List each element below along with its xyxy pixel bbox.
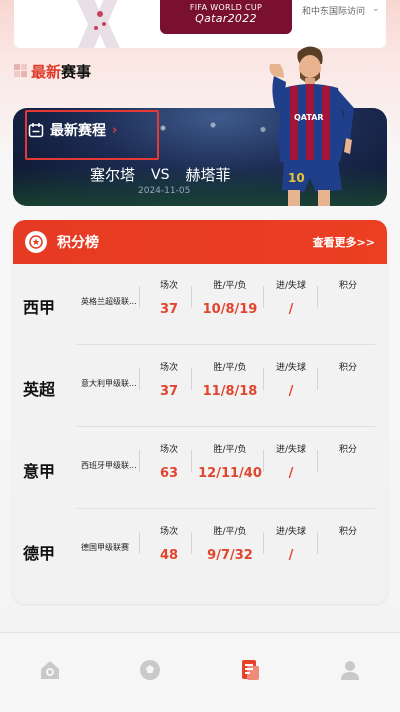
goals-label: 进/失球 (275, 527, 307, 537)
latest-schedule-link[interactable]: 最新赛程 › (28, 120, 117, 140)
column-divider (317, 532, 318, 554)
match-date: 2024-11-05 (138, 186, 191, 196)
column-divider (191, 450, 192, 472)
points-label: 积分 (338, 527, 357, 537)
column-divider (317, 286, 318, 308)
fifa-line2: Qatar2022 (195, 12, 257, 25)
ball-icon (140, 660, 160, 680)
column-divider (139, 286, 140, 308)
calendar-icon (28, 123, 44, 138)
profile-icon (341, 661, 359, 680)
standings-icon (242, 660, 259, 680)
title-mark-icon (14, 64, 28, 78)
row-divider (77, 508, 375, 509)
goals-value: / (288, 466, 294, 481)
league-name: 德甲 (23, 544, 56, 563)
column-divider (317, 368, 318, 390)
wdl-label: 胜/平/负 (213, 445, 247, 455)
section-title: 最新 赛事 (14, 60, 91, 82)
played-label: 场次 (159, 445, 178, 455)
column-divider (191, 532, 192, 554)
league-name: 意甲 (23, 462, 56, 481)
top-banner[interactable]: FIFA WORLD CUP Qatar2022 和中东国际访问 ⌄ (14, 0, 386, 48)
points-label: 积分 (338, 445, 357, 455)
column-divider (263, 368, 264, 390)
played-label: 场次 (159, 281, 178, 291)
standings-row[interactable]: 德甲 德国甲级联赛 场次 48 胜/平/负 9/7/32 进/失球 / 积分 (13, 510, 387, 592)
wdl-value: 9/7/32 (207, 548, 253, 563)
played-value: 48 (159, 548, 179, 563)
fifa-worldcup-badge: FIFA WORLD CUP Qatar2022 (160, 0, 292, 34)
league-subtitle: 德国甲级联赛 (81, 543, 129, 552)
standings-header: 积分榜 查看更多>> (13, 220, 387, 264)
wdl-value: 12/11/40 (198, 466, 262, 481)
goals-value: / (288, 548, 294, 563)
banner-decoration (76, 0, 120, 48)
goals-label: 进/失球 (275, 445, 307, 455)
points-label: 积分 (338, 363, 357, 373)
nav-profile[interactable] (325, 659, 375, 712)
home-icon (41, 661, 59, 679)
standings-row[interactable]: 西甲 英格兰超级联... 场次 37 胜/平/负 10/8/19 进/失球 / … (13, 264, 387, 346)
league-subtitle: 意大利甲级联... (81, 379, 137, 388)
wdl-value: 11/8/18 (202, 384, 258, 399)
column-divider (317, 450, 318, 472)
column-divider (263, 532, 264, 554)
goals-value: / (288, 384, 294, 399)
svg-text:10: 10 (288, 171, 305, 185)
column-divider (139, 368, 140, 390)
hero-header-label: 最新赛程 (50, 123, 106, 139)
nav-home[interactable] (25, 659, 75, 712)
standings-card: 积分榜 查看更多>> 西甲 英格兰超级联... 场次 37 胜/平/负 10/8… (13, 220, 387, 604)
league-subtitle: 西班牙甲级联... (81, 461, 137, 470)
column-divider (139, 450, 140, 472)
wdl-label: 胜/平/负 (213, 281, 247, 291)
row-divider (77, 344, 375, 345)
played-value: 63 (159, 466, 179, 481)
league-subtitle: 英格兰超级联... (81, 297, 137, 306)
column-divider (263, 286, 264, 308)
played-value: 37 (159, 384, 179, 399)
goals-label: 进/失球 (275, 363, 307, 373)
league-name: 英超 (23, 380, 56, 399)
banner-text: 和中东国际访问 (302, 7, 366, 17)
standings-badge-icon (25, 231, 47, 253)
column-divider (263, 450, 264, 472)
player-image: QATAR 10 (269, 46, 354, 206)
played-value: 37 (159, 302, 179, 317)
wdl-label: 胜/平/负 (213, 363, 247, 373)
column-divider (139, 532, 140, 554)
points-label: 积分 (338, 281, 357, 291)
played-label: 场次 (159, 363, 178, 373)
wdl-value: 10/8/19 (202, 302, 258, 317)
column-divider (191, 368, 192, 390)
vs-label: VS (151, 166, 170, 183)
goals-value: / (288, 302, 294, 317)
played-label: 场次 (159, 527, 178, 537)
standings-title: 积分榜 (57, 235, 99, 251)
away-team: 赫塔菲 (185, 166, 231, 184)
standings-row[interactable]: 意甲 西班牙甲级联... 场次 63 胜/平/负 12/11/40 进/失球 /… (13, 428, 387, 510)
chevron-right-icon: › (112, 122, 118, 138)
league-name: 西甲 (23, 298, 56, 317)
row-divider (77, 426, 375, 427)
home-team: 塞尔塔 (90, 166, 136, 184)
nav-matches[interactable] (125, 659, 175, 712)
svg-text:QATAR: QATAR (294, 113, 324, 122)
goals-label: 进/失球 (275, 281, 307, 291)
view-more-link[interactable]: 查看更多>> (313, 234, 375, 250)
nav-standings[interactable] (225, 659, 275, 712)
wdl-label: 胜/平/负 (213, 527, 247, 537)
section-title-black: 赛事 (61, 62, 92, 81)
fifa-line1: FIFA WORLD CUP (189, 3, 263, 12)
section-title-red: 最新 (31, 62, 62, 81)
bottom-nav (0, 632, 400, 712)
standings-row[interactable]: 英超 意大利甲级联... 场次 37 胜/平/负 11/8/18 进/失球 / … (13, 346, 387, 428)
banner-arrow-icon: ⌄ (372, 4, 380, 14)
column-divider (191, 286, 192, 308)
